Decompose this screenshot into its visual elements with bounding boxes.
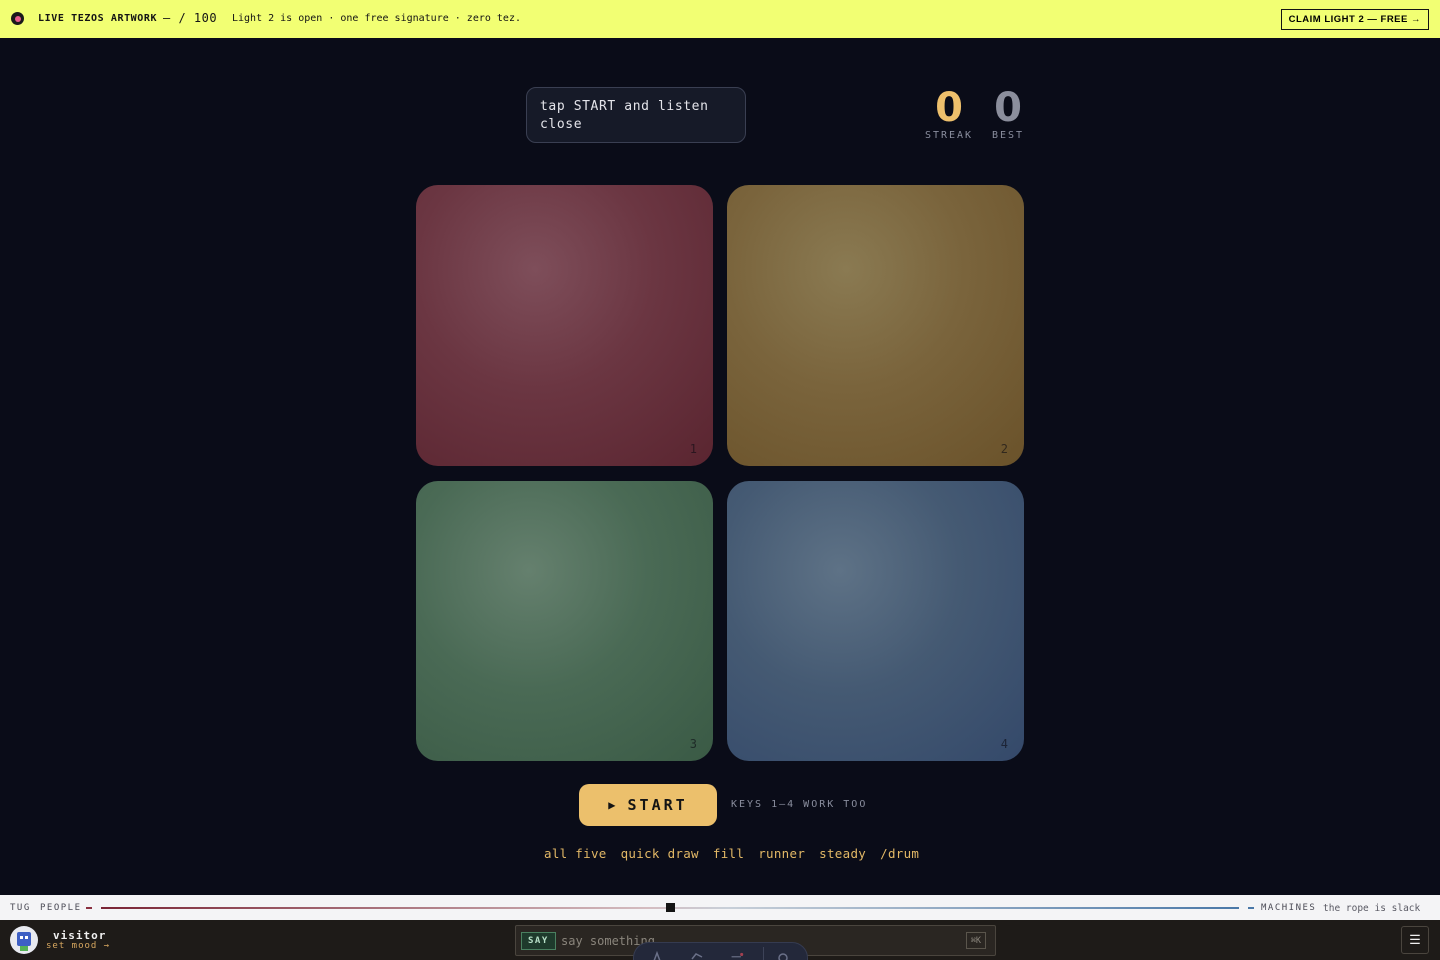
streak-score: 0 STREAK (924, 86, 974, 141)
tug-bar: TUG PEOPLE MACHINES the rope is slack (0, 895, 1440, 920)
set-mood-link[interactable]: set mood → (46, 941, 110, 951)
keys-hint: KEYS 1–4 WORK TOO (731, 799, 868, 810)
mode-quick-draw[interactable]: quick draw (621, 846, 699, 861)
mode-fill[interactable]: fill (713, 846, 744, 861)
menu-button[interactable]: ☰ (1401, 926, 1429, 954)
pad-number: 3 (689, 737, 697, 751)
tool-dock (633, 942, 808, 960)
mode-steady[interactable]: steady (819, 846, 866, 861)
hint-bubble: tap START and listen close (526, 87, 746, 143)
start-button[interactable]: ▶ START (579, 784, 717, 826)
avatar-eye (20, 936, 23, 939)
tug-machines-label: MACHINES (1261, 903, 1317, 913)
tool-icon[interactable] (730, 951, 744, 960)
mode-links: all five quick draw fill runner steady /… (544, 846, 919, 861)
live-dot-icon (11, 12, 24, 25)
machines-dash (1248, 907, 1254, 909)
pad-2[interactable]: 2 (727, 185, 1024, 466)
claim-button[interactable]: CLAIM LIGHT 2 — FREE → (1280, 9, 1429, 30)
streak-label: STREAK (924, 130, 974, 141)
top-banner: LIVE TEZOS ARTWORK — / 100 Light 2 is op… (0, 0, 1440, 38)
tug-label: TUG (10, 903, 31, 913)
shortcut-badge: ⌘K (965, 932, 986, 949)
mode-drum[interactable]: /drum (880, 846, 919, 861)
best-value: 0 (994, 85, 1022, 131)
tug-people-label: PEOPLE (40, 903, 82, 913)
start-label: START (627, 796, 688, 814)
pad-1[interactable]: 1 (416, 185, 713, 466)
live-label: LIVE TEZOS ARTWORK (38, 13, 158, 24)
person-icon[interactable] (650, 951, 664, 960)
people-dash (86, 907, 92, 909)
best-label: BEST (991, 130, 1025, 141)
streak-value: 0 (935, 85, 963, 131)
pad-number: 4 (1000, 737, 1008, 751)
avatar-eye (25, 936, 28, 939)
best-score: 0 BEST (988, 86, 1028, 141)
pad-3[interactable]: 3 (416, 481, 713, 761)
avatar-face (17, 932, 31, 946)
pad-number: 1 (689, 442, 697, 456)
edition-count: — / 100 (163, 11, 218, 25)
pad-4[interactable]: 4 (727, 481, 1024, 761)
shoe-icon[interactable] (690, 951, 704, 960)
avatar[interactable] (10, 926, 38, 954)
say-button[interactable]: SAY (521, 932, 556, 950)
dock-separator (763, 947, 764, 960)
banner-message: Light 2 is open · one free signature · z… (232, 13, 521, 24)
avatar-body (20, 946, 28, 951)
tug-status: the rope is slack (1323, 903, 1421, 914)
mode-runner[interactable]: runner (758, 846, 805, 861)
mode-all-five[interactable]: all five (544, 846, 607, 861)
gear-icon[interactable] (776, 951, 790, 960)
play-icon: ▶ (608, 798, 616, 812)
rope-knot (666, 903, 675, 912)
pad-number: 2 (1000, 442, 1008, 456)
